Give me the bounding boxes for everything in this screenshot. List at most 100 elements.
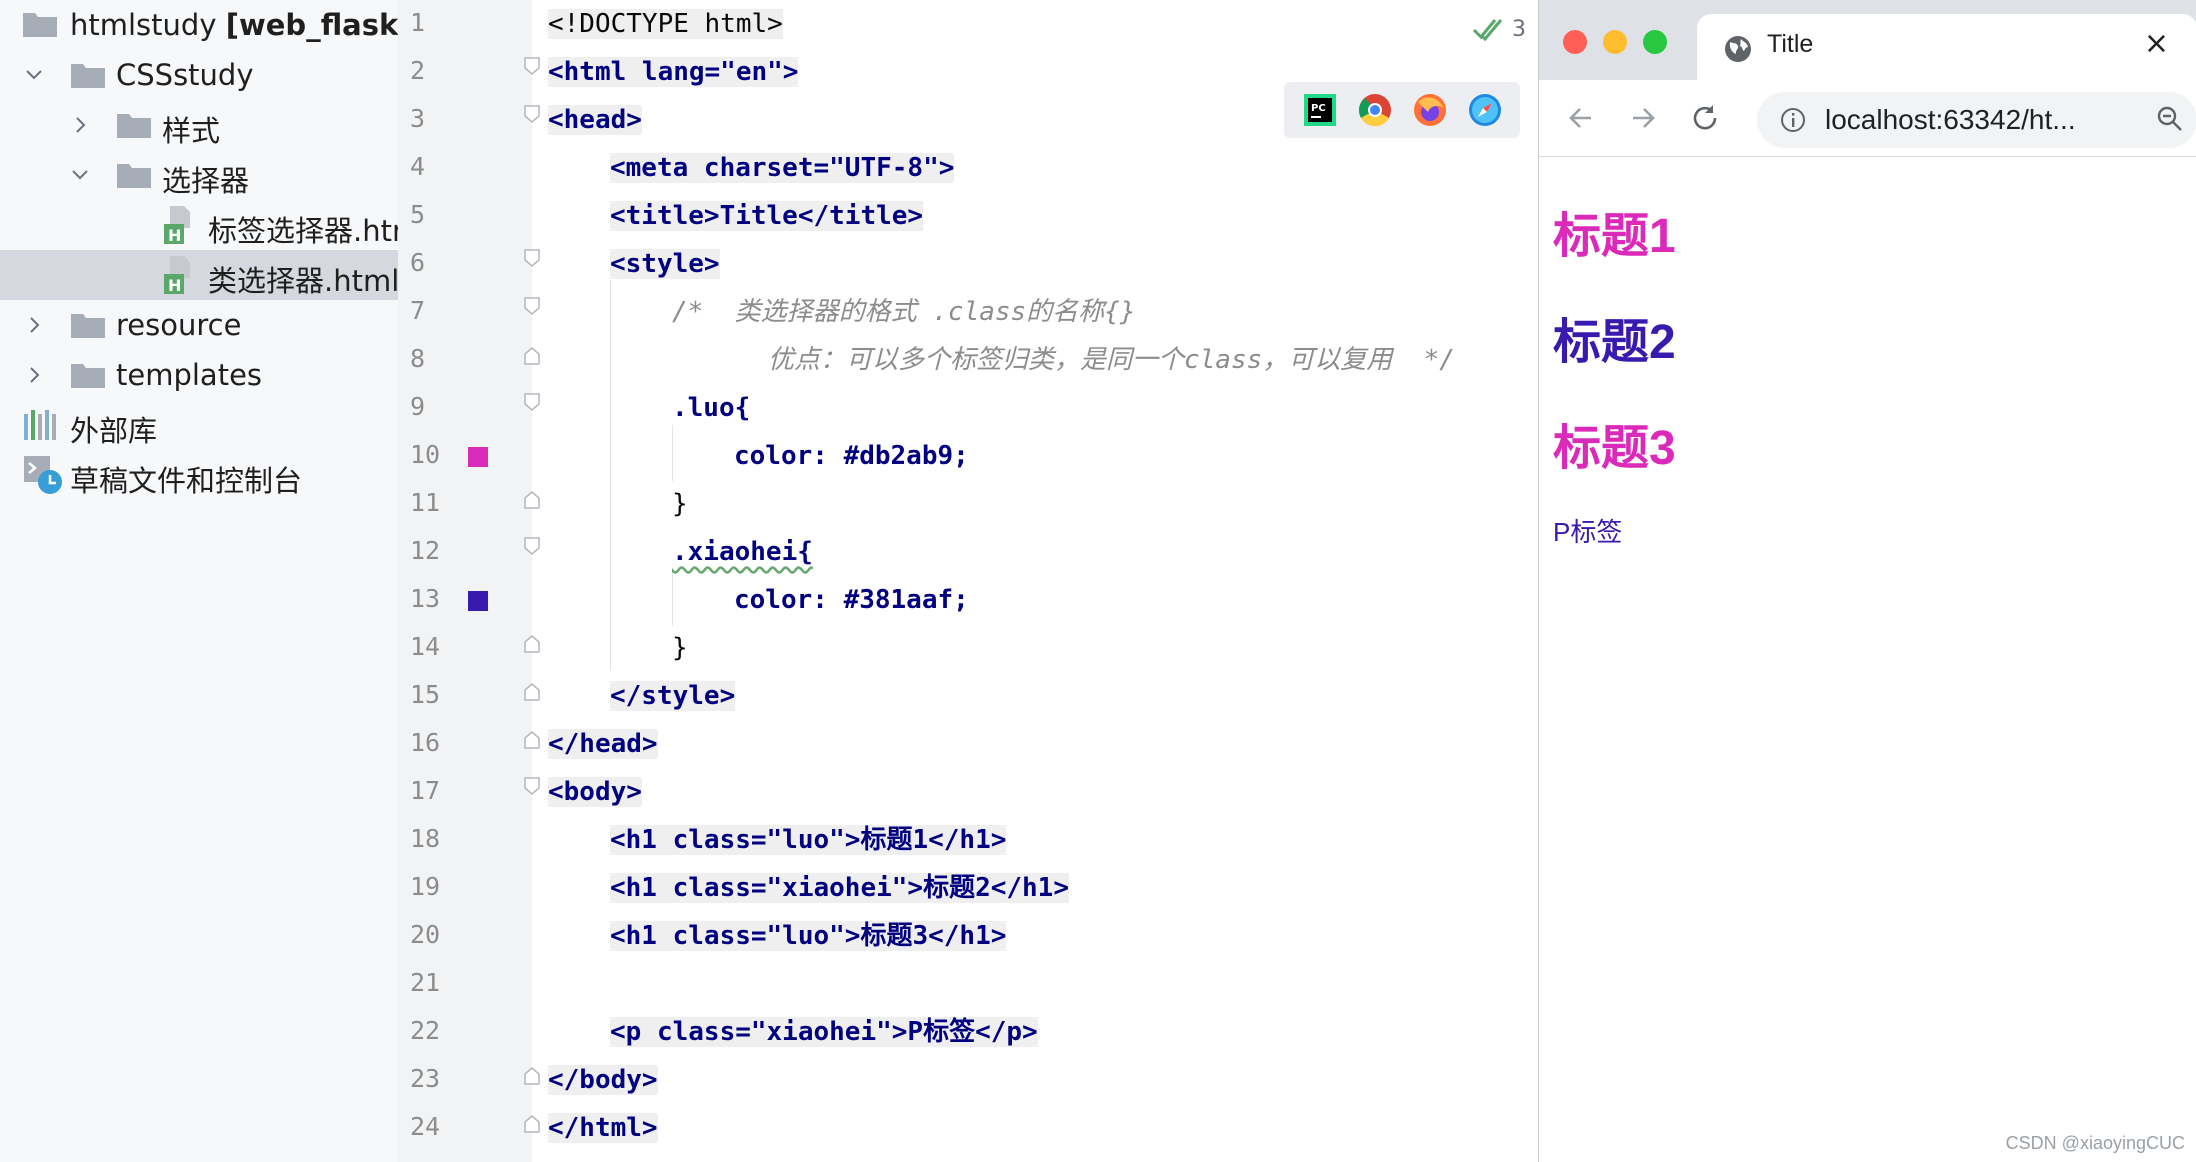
back-arrow-icon[interactable] <box>1565 102 1597 134</box>
tree-root-htmlstudy[interactable]: htmlstudy [web_flask] <box>0 0 398 50</box>
code-line-5: <title>Title</title> <box>610 192 924 240</box>
gutter-line: 5 <box>410 200 426 229</box>
zoom-search-icon[interactable] <box>2155 104 2185 134</box>
code-text: <p class="xiaohei">P标签</p> <box>610 1017 1038 1047</box>
code-line-2: <html lang="en"> <box>548 48 799 96</box>
fold-icon <box>524 635 540 653</box>
svg-text:H: H <box>168 276 181 295</box>
browser-tab[interactable]: Title × <box>1697 14 2196 80</box>
inspection-widget[interactable]: 3 <box>1472 14 1526 44</box>
fold-icon <box>524 249 540 267</box>
code-text: </style> <box>610 681 736 711</box>
tree-item-class-selector-file[interactable]: H 类选择器.html <box>0 250 398 300</box>
library-icon <box>24 410 56 440</box>
inspection-count: 3 <box>1512 16 1526 42</box>
tree-item-cssstudy[interactable]: CSSstudy <box>0 50 398 100</box>
chevron-right-icon[interactable] <box>66 111 94 139</box>
gutter-line: 4 <box>410 152 426 181</box>
code-line-10: color: #db2ab9; <box>734 432 969 480</box>
code-line-7: /* 类选择器的格式 .class的名称{} <box>672 288 1136 336</box>
folder-icon <box>117 164 151 188</box>
code-text: <h1 class="luo">标题1</h1> <box>610 825 1007 855</box>
reload-icon[interactable] <box>1689 102 1721 134</box>
gutter-line: 24 <box>410 1112 441 1141</box>
pycharm-icon[interactable]: PC <box>1302 92 1338 128</box>
gutter-line: 1 <box>410 8 426 37</box>
page-heading-3: 标题3 <box>1553 422 1676 475</box>
code-text: </html> <box>548 1113 658 1143</box>
code-line-6: <style> <box>610 240 720 288</box>
gutter-line: 16 <box>410 728 441 757</box>
gutter-line: 14 <box>410 632 441 661</box>
gutter-line: 8 <box>410 344 426 373</box>
editor-gutter: 1 2 3 4 5 6 7 8 9 10 11 12 13 14 15 16 1… <box>398 0 532 1162</box>
code-text: <title>Title</title> <box>610 201 924 231</box>
tree-item-resource[interactable]: resource <box>0 300 398 350</box>
tree-item-label: templates <box>116 358 263 392</box>
info-icon[interactable] <box>1779 106 1807 134</box>
code-line-16: </head> <box>548 720 658 768</box>
page-paragraph: P标签 <box>1553 517 1623 547</box>
tree-item-scratches-consoles[interactable]: 草稿文件和控制台 <box>0 450 398 500</box>
gutter-line: 3 <box>410 104 426 133</box>
tree-item-style-folder[interactable]: 样式 <box>0 100 398 150</box>
tree-item-external-libraries[interactable]: 外部库 <box>0 400 398 450</box>
code-line-18: <h1 class="luo">标题1</h1> <box>610 816 1007 864</box>
code-text: <h1 class="luo">标题3</h1> <box>610 921 1007 951</box>
chevron-down-icon[interactable] <box>66 161 94 189</box>
minimize-window-button[interactable] <box>1603 30 1627 54</box>
code-line-4: <meta charset="UTF-8"> <box>610 144 955 192</box>
color-swatch-xiaohei[interactable] <box>468 591 488 611</box>
zoom-window-button[interactable] <box>1643 30 1667 54</box>
tree-item-selector-folder[interactable]: 选择器 <box>0 150 398 200</box>
globe-icon <box>1725 36 1751 62</box>
css-selector: .luo{ <box>672 393 751 423</box>
gutter-line: 23 <box>410 1064 441 1093</box>
code-text: </body> <box>548 1065 658 1095</box>
code-line-8: 优点：可以多个标签归类，是同一个class，可以复用 */ <box>768 336 1455 384</box>
code-text: <meta charset="UTF-8"> <box>610 153 955 183</box>
gutter-line: 19 <box>410 872 441 901</box>
browser-window: Title × localhost:63342/ht... 标题1 标题2 标题… <box>1538 0 2196 1162</box>
code-editor[interactable]: 1 2 3 4 5 6 7 8 9 10 11 12 13 14 15 16 1… <box>398 0 1538 1162</box>
code-line-3: <head> <box>548 96 642 144</box>
fold-icon <box>524 297 540 315</box>
code-line-13: color: #381aaf; <box>734 576 969 624</box>
forward-arrow-icon[interactable] <box>1627 102 1659 134</box>
chrome-icon[interactable] <box>1357 92 1393 128</box>
page-heading-1: 标题1 <box>1553 210 1676 263</box>
gutter-line: 21 <box>410 968 441 997</box>
chevron-down-icon[interactable] <box>20 61 48 89</box>
tree-root-module: [web_flask] <box>225 8 399 42</box>
folder-icon <box>71 364 105 388</box>
tree-item-label: 样式 <box>162 114 221 148</box>
html-file-icon: H <box>164 206 190 245</box>
fold-icon <box>524 731 540 749</box>
chevron-right-icon[interactable] <box>20 311 48 339</box>
chevron-right-icon[interactable] <box>20 361 48 389</box>
code-text: <h1 class="xiaohei">标题2</h1> <box>610 873 1069 903</box>
tab-close-button[interactable]: × <box>2144 26 2169 61</box>
gutter-line: 13 <box>398 576 532 624</box>
tree-item-label: CSSstudy <box>116 58 254 92</box>
safari-icon[interactable] <box>1467 92 1503 128</box>
tree-item-label: 类选择器.html <box>208 264 399 298</box>
fold-icon <box>524 537 540 555</box>
tree-item-templates[interactable]: templates <box>0 350 398 400</box>
color-swatch-luo[interactable] <box>468 447 488 467</box>
page-heading-2: 标题2 <box>1553 316 1676 369</box>
gutter-line: 6 <box>410 248 426 277</box>
watermark: CSDN @xiaoyingCUC <box>2005 1133 2185 1153</box>
tree-item-tag-selector-file[interactable]: H 标签选择器.html <box>0 200 398 250</box>
firefox-icon[interactable] <box>1412 92 1448 128</box>
tree-item-label: resource <box>116 308 242 342</box>
gutter-line: 18 <box>410 824 441 853</box>
address-bar[interactable]: localhost:63342/ht... <box>1757 92 2196 148</box>
open-in-browser-toolbar: PC <box>1284 82 1520 138</box>
close-window-button[interactable] <box>1563 30 1587 54</box>
browser-toolbar: localhost:63342/ht... <box>1539 80 2196 157</box>
browser-titlebar: Title × <box>1539 0 2196 80</box>
gutter-line: 2 <box>410 56 426 85</box>
code-line-24: </html> <box>548 1104 658 1152</box>
svg-text:H: H <box>168 226 181 245</box>
